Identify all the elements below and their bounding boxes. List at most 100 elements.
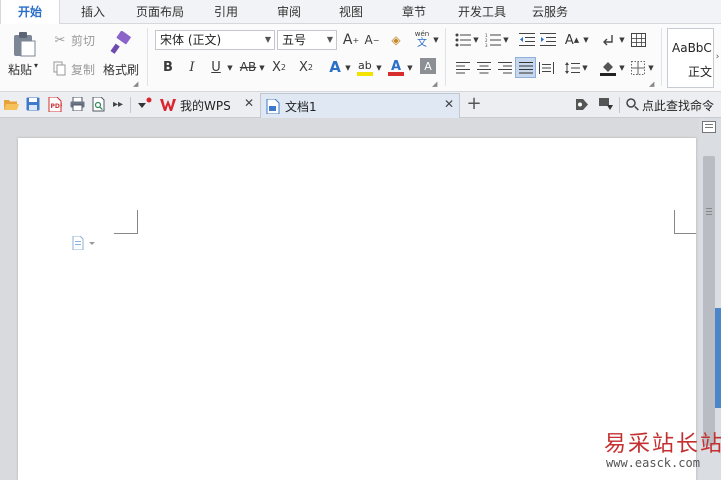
chevron-down-icon[interactable]: ▼	[344, 60, 352, 76]
align-center-icon[interactable]	[475, 59, 493, 77]
paragraph-options-icon[interactable]	[72, 235, 96, 253]
paste-button[interactable]: 粘贴	[8, 61, 32, 78]
chevron-down-icon[interactable]: ▼	[472, 32, 480, 48]
font-size-combobox[interactable]: 五号 ▼	[277, 30, 337, 50]
doc-tab-document1[interactable]: 文档1 ✕	[260, 93, 460, 118]
export-pdf-icon[interactable]: PDF	[47, 96, 63, 112]
chevron-down-icon[interactable]: ▼	[618, 60, 626, 76]
text-effect-icon[interactable]: A	[326, 57, 344, 77]
more-commands-icon[interactable]: ▸▸	[110, 96, 126, 112]
new-tab-plus-icon[interactable]: +	[466, 93, 482, 114]
menu-tab-chapter[interactable]: 章节	[382, 0, 446, 24]
paste-icon[interactable]	[10, 30, 38, 58]
grow-font-icon[interactable]: A +	[342, 31, 360, 49]
menu-tab-start[interactable]: 开始	[0, 0, 60, 25]
font-color-icon[interactable]: A	[386, 57, 406, 77]
justify-icon[interactable]	[515, 57, 536, 78]
format-painter-button[interactable]: 格式刷	[103, 61, 139, 78]
scrollbar-thumb[interactable]	[703, 156, 715, 446]
bullet-list-icon[interactable]	[454, 31, 472, 49]
watermark-url: www.easck.com	[606, 456, 700, 470]
document-icon	[266, 98, 280, 117]
menu-tab-references[interactable]: 引用	[194, 0, 258, 24]
chevron-down-icon[interactable]: ▼	[226, 60, 234, 76]
font-name-combobox[interactable]: 宋体 (正文) ▼	[155, 30, 275, 50]
copy-button[interactable]: 复制	[71, 61, 95, 78]
chevron-down-icon[interactable]: ▼	[375, 60, 383, 76]
chevron-down-icon[interactable]: ▼	[618, 32, 626, 48]
copy-icon[interactable]	[52, 60, 68, 76]
print-icon[interactable]	[69, 96, 85, 112]
menu-tab-page-layout[interactable]: 页面布局	[126, 0, 194, 24]
cut-button[interactable]: 剪切	[71, 32, 95, 49]
quick-access-bar: PDF ▸▸ 我的WPS ✕ 文档1 ✕ + 点此查找命令	[0, 92, 721, 118]
borders-icon[interactable]	[629, 59, 647, 77]
shading-icon[interactable]	[598, 58, 618, 78]
close-icon[interactable]: ✕	[244, 96, 254, 110]
increase-indent-icon[interactable]	[539, 31, 557, 49]
distributed-align-icon[interactable]	[537, 59, 555, 77]
highlight-icon[interactable]: ab	[355, 57, 375, 77]
change-case-icon[interactable]: A ▲	[562, 30, 582, 50]
watermark-text: 易采站长站	[604, 432, 721, 457]
side-panel-toggle[interactable]	[715, 308, 721, 408]
table-icon[interactable]	[629, 31, 647, 49]
subscript-icon[interactable]: X2	[297, 58, 315, 76]
clear-format-icon[interactable]: ◈	[387, 31, 405, 49]
save-icon[interactable]	[25, 96, 41, 112]
underline-icon[interactable]: U	[207, 58, 225, 76]
menu-tab-developer[interactable]: 开发工具	[446, 0, 518, 24]
character-shading-icon[interactable]: A	[420, 58, 436, 74]
paste-dropdown-icon[interactable]: ▾	[34, 61, 38, 70]
chevron-down-icon[interactable]: ▼	[406, 60, 414, 76]
open-folder-icon[interactable]	[3, 96, 19, 112]
close-icon[interactable]: ✕	[444, 97, 454, 111]
paragraph-dialog-launcher-icon[interactable]: ◢	[649, 80, 654, 88]
menu-bar: 开始 插入 页面布局 引用 审阅 视图 章节 开发工具 云服务	[0, 0, 721, 25]
line-spacing-icon[interactable]	[563, 59, 581, 77]
scissors-icon[interactable]: ✂	[52, 32, 68, 48]
print-preview-icon[interactable]	[91, 96, 107, 112]
customize-toolbar-icon[interactable]	[137, 96, 153, 112]
svg-text:A: A	[391, 59, 401, 74]
align-right-icon[interactable]	[496, 59, 514, 77]
svg-text:PDF: PDF	[51, 103, 63, 110]
align-left-icon[interactable]	[454, 59, 472, 77]
bold-icon[interactable]: B	[159, 58, 177, 76]
superscript-icon[interactable]: X2	[270, 58, 288, 76]
pinyin-guide-icon[interactable]: wén 文	[412, 29, 432, 49]
menu-tab-insert[interactable]: 插入	[60, 0, 126, 24]
command-search-box[interactable]: 点此查找命令	[642, 97, 714, 114]
clipboard-dialog-launcher-icon[interactable]: ◢	[133, 80, 138, 88]
chevron-down-icon[interactable]: ▼	[502, 32, 510, 48]
backup-icon[interactable]	[574, 96, 590, 112]
shrink-font-icon[interactable]: A −	[363, 31, 381, 49]
chevron-down-icon[interactable]: ▼	[258, 60, 266, 76]
style-gallery-normal[interactable]: AaBbC 正文	[667, 28, 714, 88]
chevron-down-icon[interactable]: ▼	[327, 31, 333, 49]
chevron-down-icon[interactable]: ▼	[647, 60, 655, 76]
italic-icon[interactable]: I	[183, 58, 201, 76]
separator	[130, 97, 131, 113]
numbered-list-icon[interactable]: 123	[484, 31, 502, 49]
chevron-down-icon[interactable]: ▼	[265, 31, 271, 49]
chevron-down-icon[interactable]: ▼	[432, 32, 440, 48]
separator	[661, 28, 662, 86]
chevron-right-icon[interactable]: ›	[714, 50, 721, 64]
menu-tab-cloud[interactable]: 云服务	[518, 0, 582, 24]
menu-tab-review[interactable]: 审阅	[258, 0, 320, 24]
search-icon[interactable]	[624, 96, 640, 112]
chevron-down-icon[interactable]: ▼	[582, 32, 590, 48]
share-icon[interactable]	[598, 96, 614, 112]
menu-tab-view[interactable]: 视图	[320, 0, 382, 24]
chevron-down-icon[interactable]: ▼	[581, 60, 589, 76]
doc-tab-my-wps[interactable]: 我的WPS ✕	[154, 93, 260, 118]
decrease-indent-icon[interactable]	[518, 31, 536, 49]
paragraph-mark-icon[interactable]	[600, 31, 618, 49]
strikethrough-icon[interactable]: AB	[238, 58, 258, 76]
page-view-toggle-icon[interactable]	[702, 121, 716, 136]
document-page[interactable]	[18, 138, 696, 480]
font-dialog-launcher-icon[interactable]: ◢	[432, 80, 437, 88]
separator	[147, 28, 148, 86]
format-painter-icon[interactable]	[108, 30, 134, 56]
